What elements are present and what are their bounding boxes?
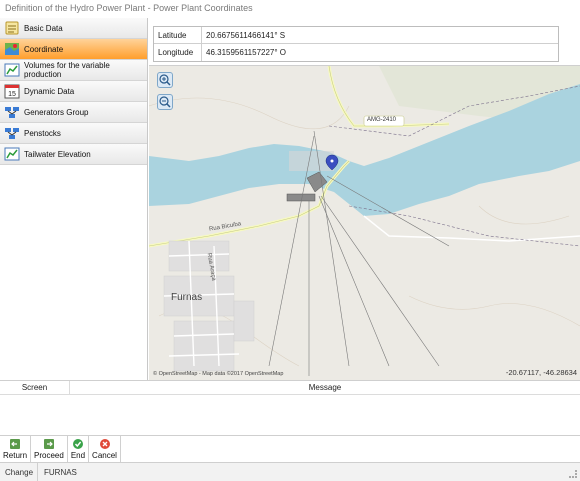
- sidebar-item-label: Volumes for the variable production: [24, 61, 110, 79]
- sidebar-item-penstocks[interactable]: Penstocks: [0, 123, 147, 144]
- sidebar-item-label: Dynamic Data: [24, 86, 75, 96]
- powerhouse: [286, 193, 316, 202]
- cancel-label: Cancel: [92, 451, 117, 460]
- sidebar-item-coordinate[interactable]: Coordinate: [0, 39, 147, 60]
- check-icon: [72, 438, 84, 450]
- latitude-label: Latitude: [154, 27, 202, 43]
- sidebar-item-generators-group[interactable]: Generators Group: [0, 102, 147, 123]
- notes-icon: [4, 20, 20, 36]
- resize-grip-icon[interactable]: [569, 470, 577, 478]
- longitude-row: Longitude 46.3159561157227° O: [154, 44, 558, 61]
- sidebar: Basic Data Coordinate Volumes for the va…: [0, 18, 148, 380]
- return-icon: [9, 438, 21, 450]
- toolbar: Return Proceed End Cancel: [0, 436, 580, 463]
- message-grid-header: Screen Message: [0, 381, 580, 395]
- map-canvas: [149, 66, 580, 380]
- sidebar-item-volumes[interactable]: Volumes for the variable production: [0, 60, 147, 81]
- cancel-icon: [99, 438, 111, 450]
- coordinates-table: Latitude 20.6675611466141° S Longitude 4…: [153, 26, 559, 62]
- sidebar-item-label: Tailwater Elevation: [24, 149, 91, 159]
- cancel-button[interactable]: Cancel: [89, 436, 121, 462]
- status-mode: Change: [0, 463, 38, 481]
- sidebar-item-label: Coordinate: [24, 44, 64, 54]
- status-bar: Change FURNAS: [0, 463, 580, 481]
- zoom-in-button[interactable]: [157, 72, 173, 88]
- calendar-icon: 15: [4, 83, 20, 99]
- chart-icon: [4, 146, 20, 162]
- map-view[interactable]: AMG-2410 Rua Bicuiba Rua Araça Furnas © …: [149, 65, 580, 380]
- town-label: Furnas: [171, 292, 203, 303]
- proceed-icon: [43, 438, 55, 450]
- return-label: Return: [3, 451, 28, 460]
- sidebar-item-label: Generators Group: [24, 107, 89, 117]
- map-icon: [4, 41, 20, 57]
- calendar-day: 15: [8, 91, 16, 98]
- longitude-field[interactable]: 46.3159561157227° O: [202, 44, 558, 61]
- main-panel: Latitude 20.6675611466141° S Longitude 4…: [149, 18, 580, 380]
- latitude-row: Latitude 20.6675611466141° S: [154, 27, 558, 44]
- map-attribution[interactable]: © OpenStreetMap - Map data ©2017 OpenStr…: [153, 371, 283, 377]
- zoom-out-button[interactable]: [157, 94, 173, 110]
- network-icon: [4, 125, 20, 141]
- proceed-button[interactable]: Proceed: [31, 436, 68, 462]
- sidebar-item-label: Basic Data: [24, 23, 63, 33]
- sidebar-item-tailwater-elevation[interactable]: Tailwater Elevation: [0, 144, 147, 165]
- road-label: AMG-2410: [367, 117, 397, 123]
- message-grid: Screen Message: [0, 380, 580, 436]
- return-button[interactable]: Return: [0, 436, 32, 462]
- end-button[interactable]: End: [68, 436, 90, 462]
- chart-icon: [4, 62, 20, 78]
- end-label: End: [70, 451, 86, 460]
- column-screen[interactable]: Screen: [0, 381, 70, 394]
- status-plant: FURNAS: [44, 467, 77, 477]
- network-icon: [4, 104, 20, 120]
- window-title: Definition of the Hydro Power Plant - Po…: [0, 0, 580, 17]
- cursor-coordinates: -20.67117, -46.28634: [505, 368, 577, 377]
- sidebar-item-dynamic-data[interactable]: 15 Dynamic Data: [0, 81, 147, 102]
- longitude-label: Longitude: [154, 44, 202, 61]
- column-message[interactable]: Message: [70, 381, 580, 394]
- proceed-label: Proceed: [34, 451, 64, 460]
- latitude-field[interactable]: 20.6675611466141° S: [202, 27, 558, 43]
- sidebar-item-label: Penstocks: [24, 128, 61, 138]
- sidebar-item-basic-data[interactable]: Basic Data: [0, 18, 147, 39]
